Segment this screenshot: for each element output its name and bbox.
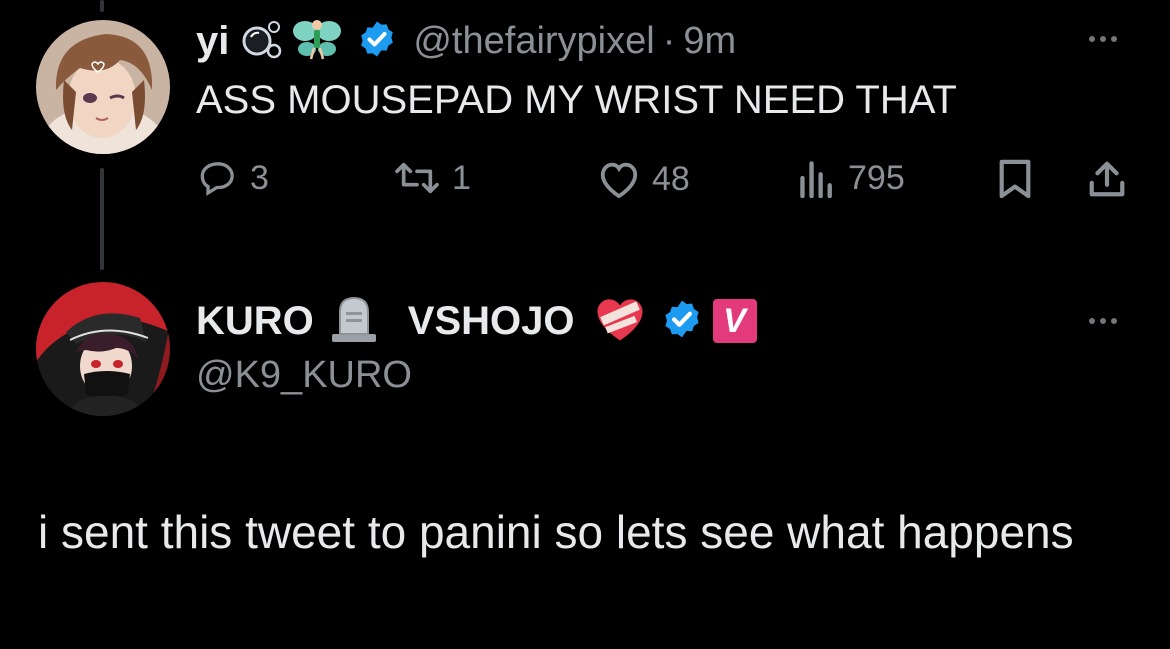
reply-header: KURO VSHOJO V xyxy=(196,294,757,348)
bubbles-icon xyxy=(241,17,285,66)
verified-badge-icon xyxy=(357,19,397,64)
thread-line-top xyxy=(100,0,104,12)
reply-button[interactable]: 3 xyxy=(196,158,269,198)
mending-heart-icon xyxy=(593,294,647,349)
tweet-text: ASS MOUSEPAD MY WRIST NEED THAT xyxy=(196,78,957,122)
bookmark-icon xyxy=(999,159,1031,199)
vshojo-affiliate-badge[interactable]: V xyxy=(712,299,757,343)
share-icon xyxy=(1089,161,1125,197)
headstone-icon xyxy=(328,294,380,349)
reply-avatar[interactable] xyxy=(36,282,170,416)
thread-line-bottom xyxy=(100,168,104,270)
like-count: 48 xyxy=(652,159,690,198)
separator-dot: · xyxy=(662,19,676,62)
views-button[interactable]: 795 xyxy=(796,158,905,198)
fairy-icon xyxy=(291,15,343,68)
reply-count: 3 xyxy=(250,158,269,197)
reply-more-button[interactable] xyxy=(1089,318,1117,324)
retweet-button[interactable]: 1 xyxy=(392,158,471,198)
reply-text: i sent this tweet to panini so lets see … xyxy=(38,506,1074,558)
tweet-header: yi @thefairypixel · 9m xyxy=(196,16,736,66)
reply-author-name-part2[interactable]: VSHOJO xyxy=(408,299,575,344)
tweet-actions: 3 1 48 795 xyxy=(196,158,1132,202)
tweet-more-button[interactable] xyxy=(1089,36,1117,42)
share-button[interactable] xyxy=(1086,158,1128,200)
views-count: 795 xyxy=(848,158,905,197)
author-name[interactable]: yi xyxy=(196,19,229,64)
avatar[interactable] xyxy=(36,20,170,154)
retweet-count: 1 xyxy=(452,158,471,197)
verified-badge-icon xyxy=(661,298,703,345)
tweet-timestamp[interactable]: 9m xyxy=(683,20,736,63)
heart-icon xyxy=(600,162,638,199)
bookmark-button[interactable] xyxy=(996,158,1034,200)
retweet-icon xyxy=(395,162,439,194)
reply-author-handle[interactable]: @K9_KURO xyxy=(196,354,412,397)
views-chart-icon xyxy=(800,161,832,198)
reply-author-name-part1[interactable]: KURO xyxy=(196,299,314,344)
author-handle[interactable]: @thefairypixel xyxy=(413,20,654,63)
vshojo-badge-letter: V xyxy=(723,301,746,340)
reply-icon xyxy=(200,162,234,197)
like-button[interactable]: 48 xyxy=(596,158,690,200)
